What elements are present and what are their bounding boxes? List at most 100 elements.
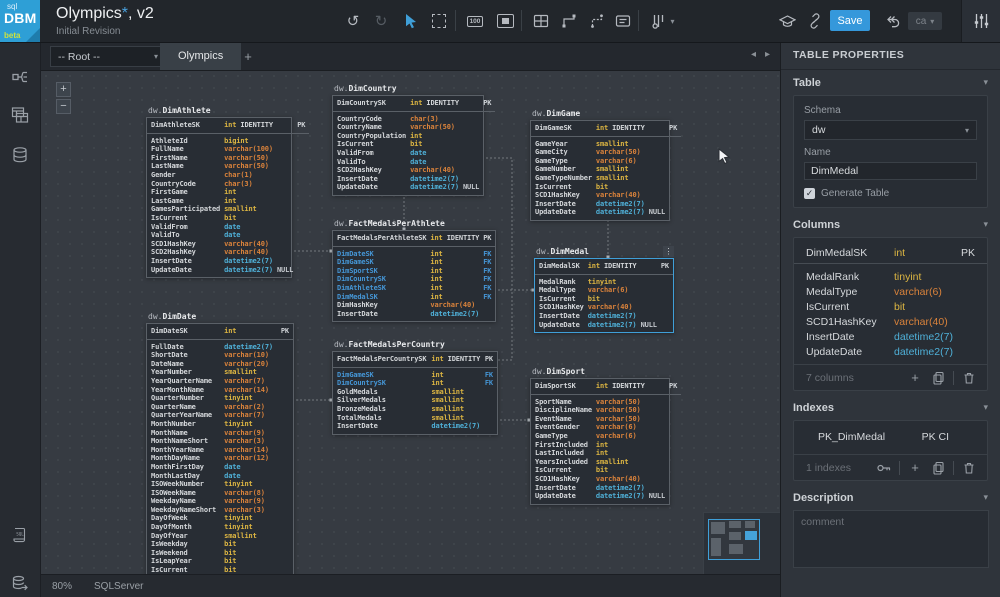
zoom-level-label[interactable]: 80% [52,581,72,592]
table-column-row[interactable]: InsertDatedatetime2(7) [333,422,497,431]
table-column-row[interactable]: UpdateDatedatetime2(7) NULL [535,321,673,330]
table-column-row[interactable]: MonthNamevarchar(9) [147,429,293,438]
table-column-row[interactable]: YearsIncludedsmallint [531,458,681,467]
tab-scroll-right-icon[interactable]: ▸ [765,49,770,60]
share-link-button[interactable] [802,8,828,34]
table-column-row[interactable]: IsWeekdaybit [147,540,293,549]
table-column-row[interactable]: DimDateSKintFK [333,247,495,259]
marquee-select-button[interactable] [426,8,452,34]
table-column-row[interactable]: MedalRanktinyint [535,275,673,287]
table-column-row[interactable]: UpdateDatedatetime2(7) NULL [531,208,681,217]
table-column-row[interactable]: DimGameSKintFK [333,258,495,267]
table-name-input[interactable] [804,162,977,180]
locale-selector[interactable]: ca ▾ [908,12,942,30]
zoom-in-button[interactable]: + [56,82,71,97]
table-column-row[interactable]: IsCurrentbit [333,140,495,149]
table-column-row[interactable]: DayOfMonthtinyint [147,523,293,532]
table-column-row[interactable]: DimAthleteSKintFK [333,284,495,293]
table-column-row[interactable]: MedalTypevarchar(6) [535,286,673,295]
table-column-row[interactable]: WeekdayNameShortvarchar(3) [147,506,293,515]
root-subject-area-select[interactable]: -- Root -- ▾ [50,46,166,67]
table-column-row[interactable]: GameYearsmallint [531,137,681,149]
table-column-row[interactable]: QuarterYearNamevarchar(7) [147,411,293,420]
table-column-row[interactable]: SCD1HashKeyvarchar(40) [535,303,673,312]
table-column-row[interactable]: ISOWeekNumbertinyint [147,480,293,489]
add-index-button[interactable]: + [907,460,923,476]
table-column-row[interactable]: InsertDatedatetime2(7) [333,310,495,319]
diagram-canvas[interactable]: dw.DimAthleteDimAthleteSKint IDENTITYPKA… [40,70,780,574]
table-column-row[interactable]: MonthDayNamevarchar(12) [147,454,293,463]
table-column-row[interactable]: SCD2HashKeyvarchar(40) [147,248,309,257]
table-column-row[interactable]: DimHashKeyvarchar(40) [333,301,495,310]
description-textarea[interactable] [793,510,989,568]
pointer-tool-button[interactable] [398,8,424,34]
table-pk-row[interactable]: DimCountrySKint IDENTITYPK [333,97,495,112]
sidebar-diagram-explorer-button[interactable] [0,60,40,94]
diagram-table-FactMedalsPerCountry[interactable]: dw.FactMedalsPerCountryFactMedalsPerCoun… [332,351,498,435]
table-column-row[interactable]: IsLeapYearbit [147,557,293,566]
tab-olympics[interactable]: Olympics [160,42,241,70]
panel-column-row[interactable]: SCD1HashKeyvarchar(40) [794,314,987,329]
diagram-table-DimCountry[interactable]: dw.DimCountryDimCountrySKint IDENTITYPKC… [332,95,484,196]
table-column-row[interactable]: MonthNameShortvarchar(3) [147,437,293,446]
table-column-row[interactable]: DayOfWeektinyint [147,514,293,523]
table-column-row[interactable]: DisciplineNamevarchar(50) [531,406,681,415]
table-column-row[interactable]: YearQuarterNamevarchar(7) [147,377,293,386]
table-column-row[interactable]: QuarterNamevarchar(2) [147,403,293,412]
project-title[interactable]: Olympics*, v2 [56,5,154,23]
new-table-button[interactable] [528,8,554,34]
diagram-table-DimDate[interactable]: dw.DimDateDimDateSKintPKFullDatedatetime… [146,323,294,574]
table-column-row[interactable]: YearMonthNamevarchar(14) [147,386,293,395]
table-column-row[interactable]: CountryNamevarchar(50) [333,123,495,132]
table-column-row[interactable]: ValidTodate [333,158,495,167]
table-column-row[interactable]: CountryPopulationint [333,132,495,141]
panel-column-row[interactable]: MedalRanktinyint [794,269,987,284]
table-column-row[interactable]: MonthYearNamevarchar(14) [147,446,293,455]
duplicate-index-button[interactable] [930,460,946,476]
panel-column-row[interactable]: InsertDatedatetime2(7) [794,329,987,344]
table-column-row[interactable]: UpdateDatedatetime2(7) NULL [147,266,309,275]
revert-button[interactable] [880,8,906,34]
panel-column-row[interactable]: MedalTypevarchar(6) [794,284,987,299]
sidebar-forward-engineer-button[interactable] [0,566,40,597]
schema-select[interactable]: dw ▾ [804,120,977,140]
table-column-row[interactable]: GoldMedalssmallint [333,388,497,397]
delete-column-button[interactable] [961,370,977,386]
table-column-row[interactable]: GameNumbersmallint [531,165,681,174]
table-column-row[interactable]: DimGameSKintFK [333,368,497,380]
table-column-row[interactable]: UpdateDatedatetime2(7) NULL [531,492,681,501]
panel-column-row[interactable]: IsCurrentbit [794,299,987,314]
table-column-row[interactable]: EventGendervarchar(6) [531,423,681,432]
table-column-row[interactable]: AthleteIdbigint [147,134,309,146]
table-pk-row[interactable]: DimDateSKintPK [147,325,293,340]
diagram-table-DimAthlete[interactable]: dw.DimAthleteDimAthleteSKint IDENTITYPKA… [146,117,292,278]
table-pk-row[interactable]: FactMedalsPerCountrySKint IDENTITYPK [333,353,497,368]
note-tool-button[interactable] [610,8,636,34]
sidebar-database-objects-button[interactable] [0,98,40,132]
table-pk-row[interactable]: DimAthleteSKint IDENTITYPK [147,119,309,134]
tutorials-button[interactable] [774,8,800,34]
table-column-row[interactable]: GameTypeNumbersmallint [531,174,681,183]
table-column-row[interactable]: ShortDatevarchar(10) [147,351,293,360]
section-header-indexes[interactable]: Indexes ▾ [781,395,1000,420]
table-column-row[interactable]: GameCityvarchar(50) [531,148,681,157]
zoom-out-button[interactable]: − [56,99,71,114]
virtual-connector-tool-button[interactable] [584,8,610,34]
table-column-row[interactable]: CountryCodechar(3) [333,112,495,124]
table-column-row[interactable]: ValidFromdate [333,149,495,158]
table-column-row[interactable]: YearNumbersmallint [147,368,293,377]
table-pk-row[interactable]: DimGameSKint IDENTITYPK [531,122,681,137]
table-column-row[interactable]: GameTypevarchar(6) [531,157,681,166]
table-column-row[interactable]: ValidFromdate [147,223,309,232]
table-column-row[interactable]: ISOWeekNamevarchar(8) [147,489,293,498]
zoom-100-button[interactable]: 100 [462,8,488,34]
table-column-row[interactable]: GameTypevarchar(6) [531,432,681,441]
table-column-row[interactable]: IsWeekendbit [147,549,293,558]
table-column-row[interactable]: CountryCodechar(3) [147,180,309,189]
generate-table-checkbox[interactable]: ✓ [804,188,815,199]
add-tab-button[interactable]: + [236,42,260,70]
table-column-row[interactable]: DimCountrySKintFK [333,275,495,284]
table-column-row[interactable]: InsertDatedatetime2(7) [531,484,681,493]
table-column-row[interactable]: MonthFirstDaydate [147,463,293,472]
table-column-row[interactable]: MonthLastDaydate [147,472,293,481]
